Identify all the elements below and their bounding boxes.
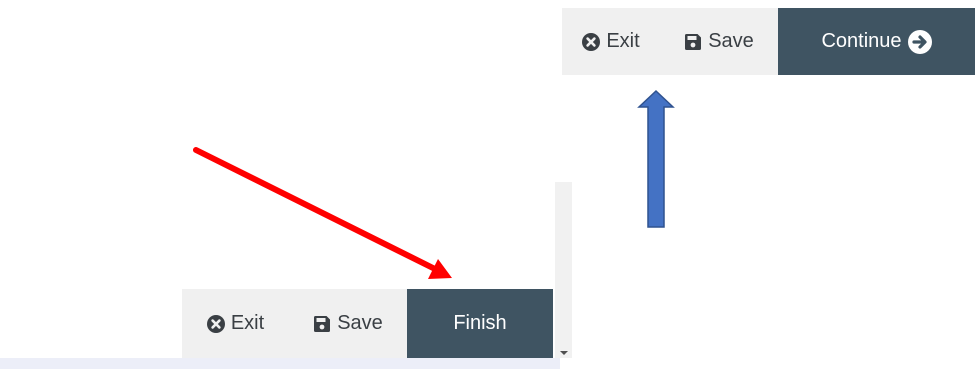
exit-button-bottom[interactable]: Exit: [182, 289, 289, 358]
scroll-down-arrow-icon[interactable]: [560, 351, 568, 355]
save-label: Save: [708, 30, 754, 52]
arrow-circle-right-icon: [907, 29, 932, 54]
floppy-disk-icon: [313, 315, 331, 333]
continue-label: Continue: [821, 30, 902, 52]
floppy-disk-icon: [684, 33, 702, 51]
exit-label: Exit: [606, 30, 640, 52]
save-button[interactable]: Save: [660, 8, 778, 75]
exit-label: Exit: [230, 312, 265, 334]
page-bottom-strip: [0, 358, 560, 369]
save-button-bottom[interactable]: Save: [289, 289, 407, 358]
exit-button[interactable]: Exit: [562, 8, 660, 75]
bottom-toolbar: Exit Save Finish: [182, 289, 553, 358]
times-circle-icon: [206, 314, 225, 333]
finish-button[interactable]: Finish: [407, 289, 553, 358]
red-annotation-arrow: [193, 147, 452, 279]
continue-button[interactable]: Continue: [778, 8, 975, 75]
blue-annotation-arrow: [637, 89, 675, 228]
times-circle-icon: [582, 32, 601, 51]
screenshot-canvas: Exit Save Continue Exit Save Finish: [0, 0, 975, 369]
top-toolbar: Exit Save Continue: [562, 8, 975, 75]
finish-label: Finish: [453, 312, 507, 334]
save-label: Save: [337, 312, 383, 334]
vertical-scrollbar[interactable]: [555, 182, 572, 358]
